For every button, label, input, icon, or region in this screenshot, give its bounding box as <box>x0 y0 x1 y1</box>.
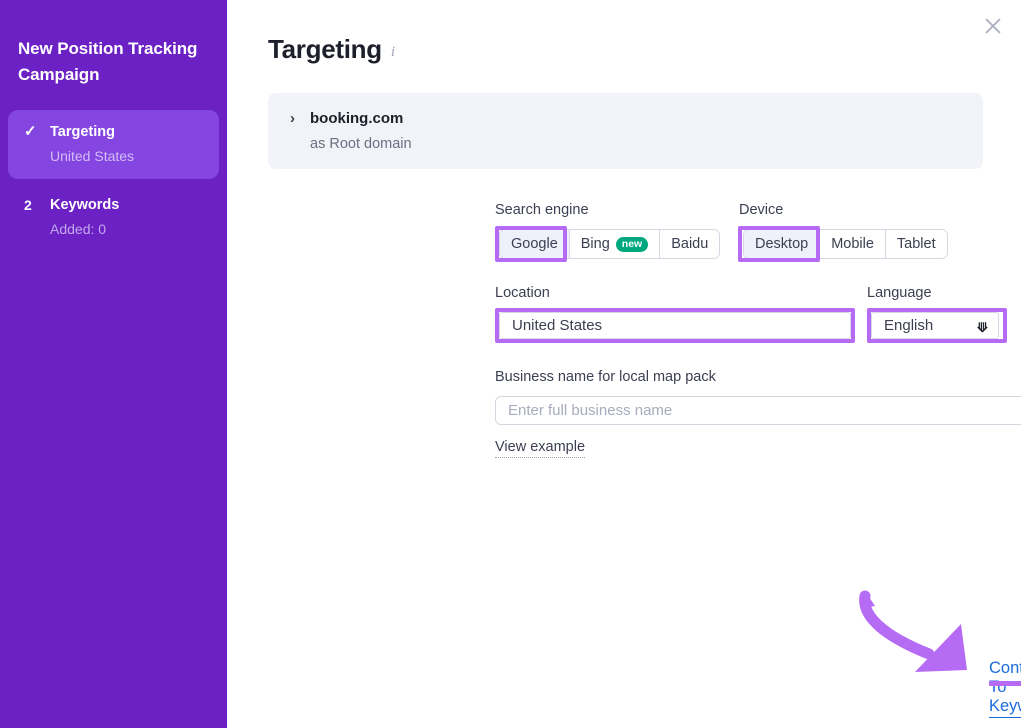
location-input[interactable] <box>499 312 851 339</box>
device-option-tablet[interactable]: Tablet <box>886 230 947 258</box>
highlight-continue-underline <box>989 681 1021 686</box>
step-list: ✓ Targeting United States 2 Keywords Add… <box>0 110 227 252</box>
domain-card: › booking.com as Root domain <box>268 93 983 169</box>
sidebar-item-label: Targeting <box>50 122 207 142</box>
chevron-right-icon[interactable]: › <box>290 109 310 128</box>
location-label: Location <box>495 284 550 302</box>
info-icon[interactable]: i <box>391 44 395 61</box>
search-engine-tabs: Google Bing new Baidu <box>499 229 720 259</box>
sidebar-item-sublabel: United States <box>50 146 207 166</box>
search-engine-option-bing[interactable]: Bing new <box>570 230 660 258</box>
device-tabs: Desktop Mobile Tablet <box>743 229 948 259</box>
domain-scope: as Root domain <box>310 135 983 154</box>
check-icon: ✓ <box>20 122 50 143</box>
device-option-label: Mobile <box>831 236 874 252</box>
step-number: 2 <box>20 195 50 215</box>
page-title: Targeting i <box>268 34 395 65</box>
device-option-label: Desktop <box>755 236 808 252</box>
page-title-text: Targeting <box>268 34 382 65</box>
business-name-label: Business name for local map pack <box>495 368 716 386</box>
device-option-desktop[interactable]: Desktop <box>744 230 820 258</box>
language-select[interactable]: English <box>871 312 999 339</box>
language-label: Language <box>867 284 932 302</box>
business-name-input[interactable] <box>495 396 1021 425</box>
close-button[interactable] <box>975 8 1011 44</box>
search-engine-option-google[interactable]: Google <box>500 230 570 258</box>
sidebar-item-keywords[interactable]: 2 Keywords Added: 0 <box>8 183 219 252</box>
device-option-label: Tablet <box>897 236 936 252</box>
sidebar-item-targeting[interactable]: ✓ Targeting United States <box>8 110 219 179</box>
search-engine-label: Search engine <box>495 201 589 219</box>
search-engine-option-baidu[interactable]: Baidu <box>660 230 719 258</box>
annotation-arrow <box>855 588 1005 680</box>
campaign-sidebar: New Position Tracking Campaign ✓ Targeti… <box>0 0 227 728</box>
close-icon <box>982 15 1004 37</box>
new-badge: new <box>616 237 648 252</box>
search-engine-option-label: Bing <box>581 236 610 252</box>
domain-name: booking.com <box>310 109 403 128</box>
continue-to-keywords-button[interactable]: Continue To Keywords → <box>989 659 1021 718</box>
search-engine-option-label: Google <box>511 236 558 252</box>
search-engine-option-label: Baidu <box>671 236 708 252</box>
view-example-link[interactable]: View example <box>495 439 585 458</box>
device-option-mobile[interactable]: Mobile <box>820 230 886 258</box>
sidebar-item-sublabel: Added: 0 <box>50 219 207 239</box>
device-label: Device <box>739 201 783 219</box>
sidebar-item-label: Keywords <box>50 195 207 215</box>
continue-to-keywords-label: Continue To Keywords <box>989 659 1021 718</box>
targeting-panel: Targeting i › booking.com as Root domain… <box>227 0 1021 728</box>
campaign-title: New Position Tracking Campaign <box>0 36 227 88</box>
